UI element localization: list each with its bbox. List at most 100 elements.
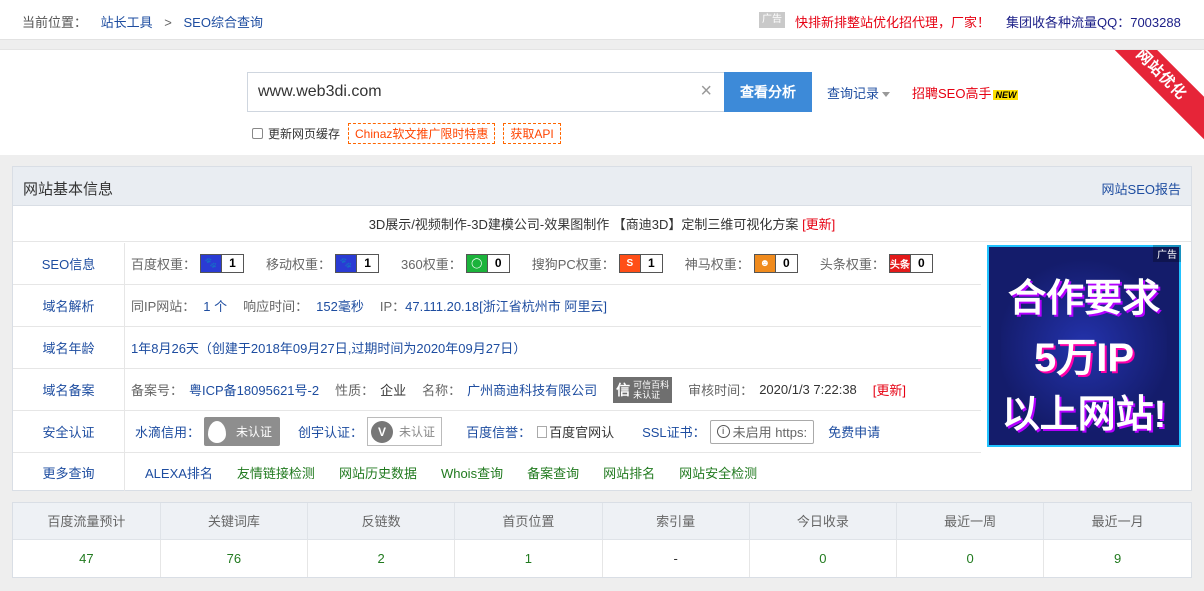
stat-header: 首页位置 <box>454 503 603 540</box>
paw-icon: 🐾 <box>201 255 222 272</box>
info-title: 网站基本信息 <box>23 181 114 198</box>
baidu-credit-label: 百度信誉： <box>466 425 532 440</box>
query-history-dropdown[interactable]: 查询记录 <box>827 83 891 102</box>
icp-record-row: 域名备案 备案号： 粤ICP备18095621号-2 性质： 企业 名称： 广州… <box>13 369 981 411</box>
ssl-badge[interactable]: i 未启用 https: <box>709 419 815 444</box>
ssl-label: SSL证书： <box>642 425 706 440</box>
more-query-link[interactable]: 网站安全检测 <box>679 463 757 482</box>
stat-value[interactable]: 0 <box>749 539 898 577</box>
api-link[interactable]: 获取API <box>503 123 561 144</box>
top-bar: 当前位置： 站长工具 > SEO综合查询 广告 快排新排整站优化招代理，厂家！ … <box>0 0 1204 40</box>
stat-value[interactable]: 9 <box>1044 539 1191 577</box>
search-panel: www.web3di.com × 查看分析 查询记录 招聘SEO高手 NEW 更新… <box>0 49 1204 155</box>
more-query-link[interactable]: 友情链接检测 <box>237 463 315 482</box>
icp-no-label: 备案号： <box>131 383 184 398</box>
more-queries-row: 更多查询 ALEXA排名 友情链接检测 网站历史数据 Whois查询 备案查询 网站排名 网… <box>13 453 981 491</box>
security-row: 安全认证 水滴信用： 未认证 创宇认证： V 未认证 百度信誉： 百度官网认 S… <box>13 411 981 453</box>
weight-label: 神马权重： <box>684 257 750 272</box>
weight-badge[interactable]: 🐾 1 <box>335 254 380 273</box>
trust-wiki-badge[interactable]: 信 可信百科 未认证 <box>613 376 673 403</box>
clear-icon[interactable]: × <box>700 81 712 101</box>
weight-badge[interactable]: ◯ 0 <box>465 254 510 273</box>
ad-link[interactable]: 快排新排整站优化招代理，厂家！ <box>795 12 990 31</box>
search-input[interactable]: www.web3di.com × <box>247 72 724 112</box>
domain-age-link[interactable]: 1年8月26天（创建于2018年09月27日,过期时间为2020年09月27日） <box>131 338 526 357</box>
options-row: 更新网页缓存 Chinaz软文推广限时特惠 获取API <box>252 123 561 144</box>
audit-time-value: 2020/1/3 7:22:38 <box>759 382 857 397</box>
shield-v-icon: V <box>371 420 394 443</box>
same-ip-link[interactable]: 1 个 <box>203 296 227 315</box>
baidu-credit-text: 百度官网认 <box>549 425 615 440</box>
hire-seo-label: 招聘SEO高手 <box>912 86 992 101</box>
stat-value[interactable]: 0 <box>896 539 1045 577</box>
shenma-icon: ☻ <box>754 255 775 272</box>
icp-record-label: 域名备案 <box>13 369 125 410</box>
baidu-credit-badge[interactable]: 百度官网认 <box>537 422 614 441</box>
broken-image-icon <box>537 425 548 438</box>
corner-ribbon[interactable]: 网站优化 <box>1090 50 1204 146</box>
icp-no-link[interactable]: 粤ICP备18095621号-2 <box>189 380 319 399</box>
icp-update-link[interactable]: [更新] <box>873 380 906 399</box>
stat-value[interactable]: 47 <box>13 539 161 577</box>
weight-badge[interactable]: 🐾 1 <box>200 254 245 273</box>
weight-badge[interactable]: S1 <box>618 254 663 273</box>
stats-header-row: 百度流量预计 关键词库 反链数 首页位置 索引量 今日收录 最近一周 最近一月 <box>13 503 1191 540</box>
seo-report-link[interactable]: 网站SEO报告 <box>1102 179 1181 198</box>
waterdrop-label: 水滴信用： <box>135 425 201 440</box>
stat-value: - <box>602 539 750 577</box>
icp-name-link[interactable]: 广州商迪科技有限公司 <box>467 380 597 399</box>
stat-header: 今日收录 <box>749 503 898 540</box>
more-query-link[interactable]: 备案查询 <box>527 463 579 482</box>
audit-time-label: 审核时间： <box>688 383 754 398</box>
weight-badge[interactable]: ☻ 0 <box>753 254 798 273</box>
response-time-value: 152毫秒 <box>316 299 364 314</box>
weight-badge[interactable]: 头条 0 <box>888 254 933 273</box>
title-update-link[interactable]: [更新] <box>802 217 835 232</box>
ip-link[interactable]: 47.111.20.18[浙江省杭州市 阿里云] <box>405 296 607 315</box>
ad-label: 广告 <box>1153 245 1181 262</box>
partner-ad-banner[interactable]: 合作要求 5万IP 以上网站! 广告 <box>987 245 1181 447</box>
site-basic-info: 网站基本信息 网站SEO报告 3D展示/视频制作-3D建模公司-效果图制作 【商… <box>12 166 1192 491</box>
stat-header: 索引量 <box>602 503 750 540</box>
weight-value: 0 <box>486 255 509 272</box>
seo-stats-table: 百度流量预计 关键词库 反链数 首页位置 索引量 今日收录 最近一周 最近一月 47 76 2 1-… <box>12 502 1192 578</box>
hire-seo-link[interactable]: 招聘SEO高手 NEW <box>912 83 1019 102</box>
stat-header: 百度流量预计 <box>13 503 161 540</box>
stat-header: 最近一月 <box>1043 503 1191 540</box>
refresh-cache-label[interactable]: 更新网页缓存 <box>268 125 340 142</box>
more-query-link[interactable]: 网站历史数据 <box>339 463 417 482</box>
qq-link[interactable]: 集团收各种流量QQ：7003288 <box>1006 12 1181 31</box>
icp-name-label: 名称： <box>422 383 462 398</box>
waterdrop-badge[interactable]: 未认证 <box>204 417 281 446</box>
waterdrop-icon <box>208 420 227 443</box>
promo-link[interactable]: Chinaz软文推广限时特惠 <box>348 123 496 144</box>
caret-down-icon <box>882 92 891 98</box>
crumb-seo-link[interactable]: SEO综合查询 <box>184 15 263 30</box>
refresh-cache-checkbox[interactable] <box>252 128 263 139</box>
ssl-status: 未启用 https: <box>732 425 808 440</box>
chuangyu-badge[interactable]: V 未认证 <box>367 417 443 446</box>
location-label: 当前位置： <box>22 15 88 30</box>
ad-frame <box>987 245 1181 447</box>
weight-value: 0 <box>909 255 932 272</box>
more-query-link[interactable]: Whois查询 <box>441 463 503 482</box>
more-queries-label: 更多查询 <box>13 453 125 491</box>
same-ip-label: 同IP网站： <box>131 299 196 314</box>
stat-value[interactable]: 76 <box>160 539 309 577</box>
stat-value[interactable]: 1 <box>454 539 603 577</box>
crumb-tools-link[interactable]: 站长工具 <box>101 15 153 30</box>
stat-value[interactable]: 2 <box>307 539 456 577</box>
analyze-button[interactable]: 查看分析 <box>724 72 812 112</box>
response-time-label: 响应时间： <box>243 299 309 314</box>
stats-value-row: 47 76 2 1-0 0 9 <box>13 539 1191 577</box>
domain-age-row: 域名年龄 1年8月26天（创建于2018年09月27日,过期时间为2020年09… <box>13 327 981 369</box>
site-title-text: 3D展示/视频制作-3D建模公司-效果图制作 【商迪3D】定制三维可视化方案 <box>368 217 799 232</box>
more-query-link[interactable]: 网站排名 <box>603 463 655 482</box>
free-apply-link[interactable]: 免费申请 <box>828 422 880 441</box>
more-queries-links: ALEXA排名 友情链接检测 网站历史数据 Whois查询 备案查询 网站排名 网站安全检测 <box>145 453 781 491</box>
trust-wiki-status: 未认证 <box>633 389 661 400</box>
stat-header: 关键词库 <box>160 503 309 540</box>
toutiao-icon: 头条 <box>889 255 910 272</box>
icp-type-value: 企业 <box>380 383 407 398</box>
more-query-link[interactable]: ALEXA排名 <box>145 463 213 482</box>
